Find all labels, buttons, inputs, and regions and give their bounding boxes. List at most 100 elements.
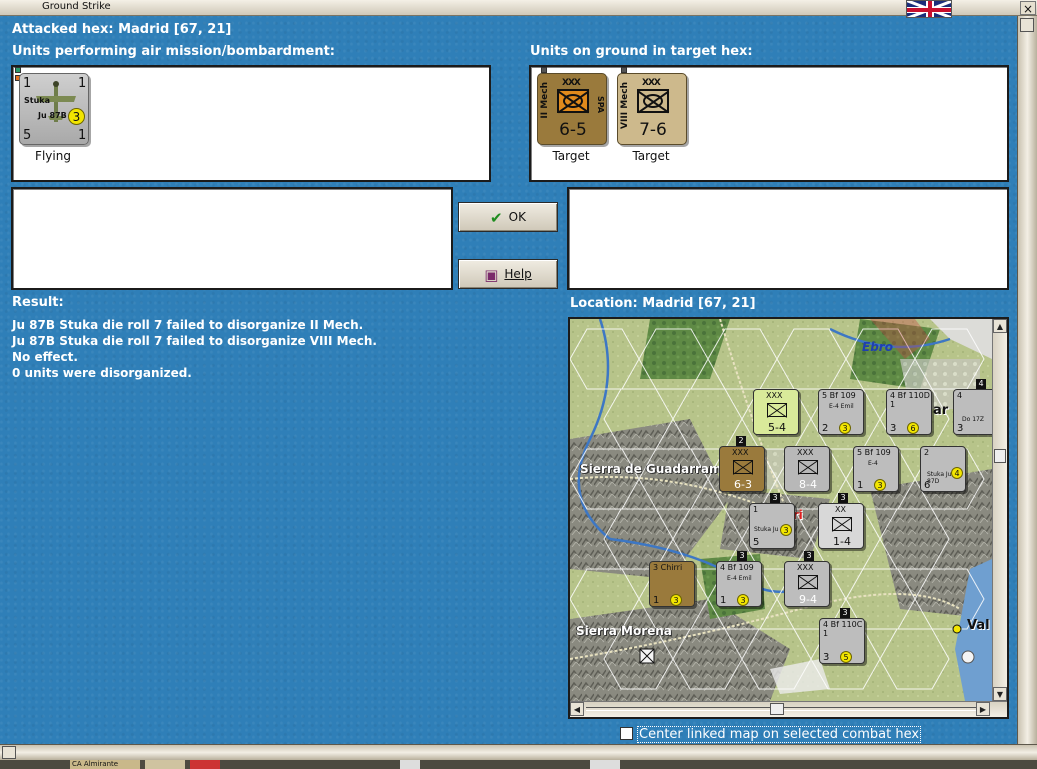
map-unit-bottom: 3 (890, 423, 897, 434)
infantry-symbol-icon (798, 460, 818, 474)
air-units-label: Units performing air mission/bombardment… (12, 44, 336, 59)
defender-details-box (567, 187, 1009, 290)
help-button[interactable]: ▣ Help (458, 259, 558, 289)
counter-nation: SPA (596, 96, 605, 114)
ground-unit-counter[interactable]: VIII Mech XXX 7-6 (617, 73, 687, 145)
map-unit-counter[interactable]: 4 Do 17Z 3 (953, 389, 992, 435)
background-unit (400, 760, 420, 769)
map-unit-top: 4 (957, 391, 963, 400)
map-unit-counter[interactable]: 4 Bf 110C 1 3 5 (819, 618, 865, 664)
scroll-left-icon[interactable]: ◀ (570, 702, 584, 716)
map-unit-top: 2 (924, 448, 930, 457)
frame-scroll-up-icon[interactable] (1020, 18, 1034, 32)
counter-top-left: 1 (23, 76, 32, 91)
ground-units-label: Units on ground in target hex: (530, 44, 753, 59)
hq-symbol-icon (832, 517, 852, 531)
ground-unit-counter[interactable]: II Mech SPA XXX 6-5 (537, 73, 607, 145)
map-unit-top: 1 (753, 505, 759, 514)
location-map[interactable]: Ebro Sierra de Guadarram Sierra Morena a… (568, 317, 1009, 719)
counter-circle: 3 (68, 108, 85, 125)
map-label-valencia: Val (967, 618, 990, 633)
stack-count-badge: 3 (804, 551, 814, 561)
map-unit-circle: 3 (839, 422, 851, 434)
window-titlebar: Ground Strike (0, 0, 1037, 16)
stack-count-badge: 3 (770, 493, 780, 503)
air-unit-counter[interactable]: 1 1 Stuka Ju 87B 3 5 1 (19, 73, 89, 145)
map-label-zaragoza: ar (933, 403, 949, 418)
map-unit-counter[interactable]: 2 Stuka Ju 87D 6 4 (920, 446, 966, 492)
map-unit-counter[interactable]: XXX 8-4 (784, 446, 830, 492)
map-unit-circle: 3 (874, 479, 886, 491)
ground-unit-slot[interactable]: II Mech SPA XXX 6-5 Target (533, 67, 609, 165)
map-unit-bottom: 1-4 (833, 535, 851, 548)
map-unit-top: XXX (797, 563, 814, 572)
window-right-frame (1017, 16, 1037, 760)
map-unit-circle: 4 (951, 467, 963, 479)
map-unit-counter[interactable]: XXX 6-3 (719, 446, 765, 492)
map-unit-counter[interactable]: 5 Bf 109 E-4 1 3 (853, 446, 899, 492)
window-title: Ground Strike (42, 1, 111, 12)
stack-count-badge: 3 (838, 493, 848, 503)
help-book-icon: ▣ (484, 266, 499, 284)
result-line: Ju 87B Stuka die roll 7 failed to disorg… (12, 318, 364, 332)
map-horizontal-scrollbar[interactable]: ◀ ▶ (570, 701, 1007, 717)
map-unit-circle: 5 (840, 651, 852, 663)
background-unit: CA Almirante (70, 760, 140, 769)
close-button[interactable]: × (1020, 1, 1036, 16)
counter-size: XXX (642, 78, 661, 88)
counter-size: XXX (562, 78, 581, 88)
map-unit-bottom: 5-4 (768, 421, 786, 434)
ok-button-label: OK (508, 210, 526, 224)
map-unit-circle: 3 (737, 594, 749, 606)
center-map-checkbox[interactable] (620, 727, 633, 740)
scroll-right-icon[interactable]: ▶ (976, 702, 990, 716)
map-viewport[interactable]: Ebro Sierra de Guadarram Sierra Morena a… (570, 319, 992, 701)
map-unit-circle: 3 (670, 594, 682, 606)
map-unit-counter[interactable]: XX 1-4 (818, 503, 864, 549)
scroll-down-icon[interactable]: ▼ (993, 687, 1007, 701)
map-unit-top: XX (835, 505, 846, 514)
scroll-up-icon[interactable]: ▲ (993, 319, 1007, 333)
map-unit-bottom: 6 (924, 480, 931, 491)
air-unit-slot[interactable]: 1 1 Stuka Ju 87B 3 5 1 Flying (15, 67, 91, 165)
center-map-option[interactable]: Center linked map on selected combat hex (620, 726, 922, 743)
map-unit-bottom: 3 (823, 652, 830, 663)
background-unit (590, 760, 620, 769)
map-unit-counter[interactable]: XXX 9-4 (784, 561, 830, 607)
counter-strength: 6-5 (559, 120, 587, 140)
map-unit-counter[interactable]: 4 Bf 109 E-4 Emil 1 3 (716, 561, 762, 607)
map-unit-counter[interactable]: 1 Stuka Ju 87B 5 3 (749, 503, 795, 549)
map-unit-sub: Do 17Z (962, 416, 984, 423)
map-unit-counter[interactable]: XXX 5-4 (753, 389, 799, 435)
ok-button[interactable]: ✔ OK (458, 202, 558, 232)
map-unit-counter[interactable]: 3 Chirri 1 3 (649, 561, 695, 607)
counter-model: Ju 87B (38, 111, 67, 120)
mech-symbol-icon (733, 460, 753, 474)
map-unit-sub: E-4 Emil (829, 403, 854, 410)
frame-scroll-left-icon[interactable] (2, 746, 16, 759)
ground-unit-status: Target (552, 149, 590, 163)
map-unit-circle: 3 (780, 524, 792, 536)
horizontal-scroll-thumb[interactable] (770, 703, 784, 715)
ground-unit-status: Target (632, 149, 670, 163)
map-unit-counter[interactable]: 4 Bf 110D 1 3 6 (886, 389, 932, 435)
infantry-symbol-icon (798, 575, 818, 589)
map-unit-top: XXX (732, 448, 749, 457)
map-unit-bottom: 1 (720, 595, 727, 606)
map-unit-top: 5 Bf 109 (857, 448, 891, 457)
vertical-scroll-thumb[interactable] (994, 449, 1006, 463)
center-map-label: Center linked map on selected combat hex (637, 726, 922, 743)
air-units-list: 1 1 Stuka Ju 87B 3 5 1 Flying (11, 65, 491, 182)
map-unit-counter[interactable]: 5 Bf 109 E-4 Emil 2 3 (818, 389, 864, 435)
map-unit-top: 4 Bf 110D 1 (890, 391, 930, 409)
result-line: No effect. (12, 350, 78, 364)
map-unit-bottom: 9-4 (799, 593, 817, 606)
map-unit-sub: E-4 Emil (727, 575, 752, 582)
map-vertical-scrollbar[interactable]: ▲ ▼ (992, 319, 1007, 701)
mech-symbol-icon (637, 89, 669, 113)
mech-symbol-icon (557, 89, 589, 113)
result-line: Ju 87B Stuka die roll 7 failed to disorg… (12, 334, 377, 348)
map-unit-sub: E-4 (868, 460, 878, 467)
ground-unit-slot[interactable]: VIII Mech XXX 7-6 Target (613, 67, 689, 165)
map-unit-top: XXX (797, 448, 814, 457)
